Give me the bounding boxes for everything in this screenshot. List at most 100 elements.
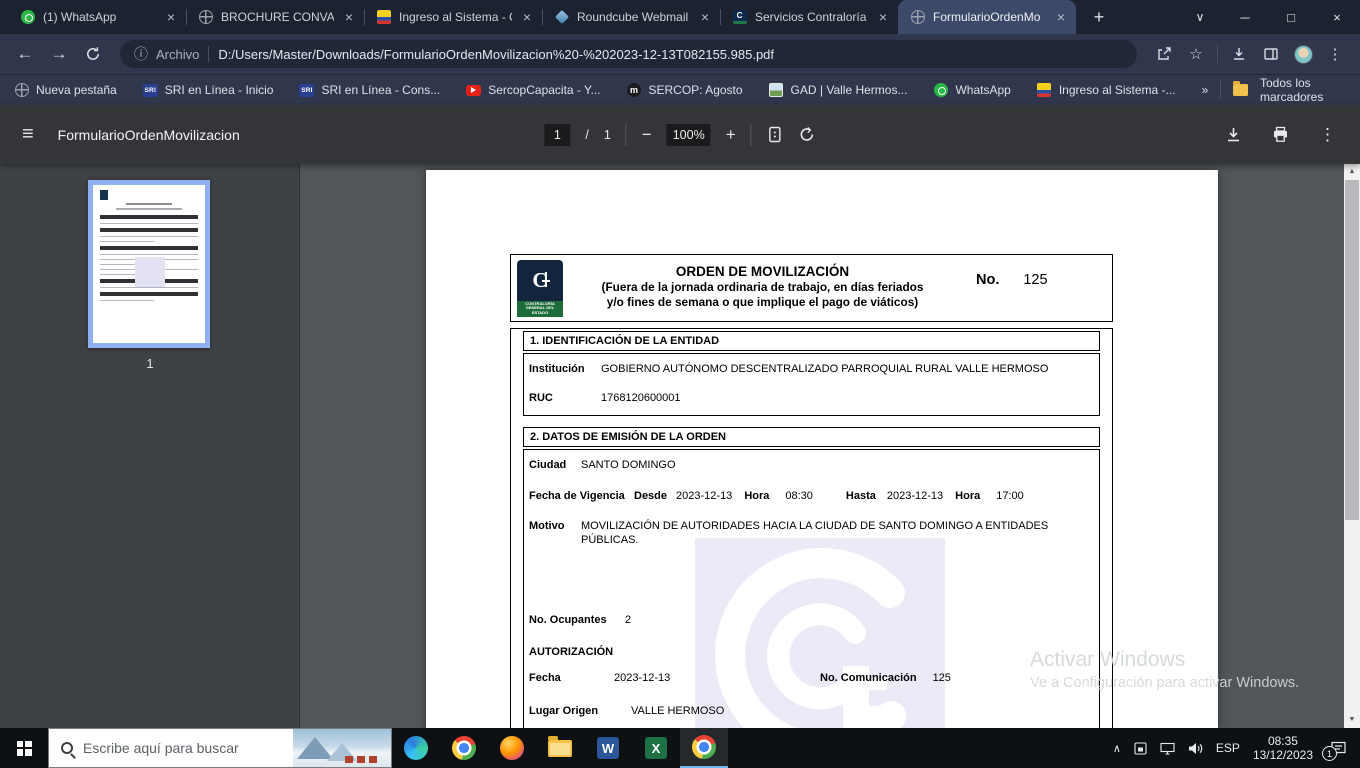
bookmark-sri-inicio[interactable]: SRI SRI en Línea - Inicio xyxy=(143,83,274,98)
tab-servicios-contraloria[interactable]: C Servicios Contraloría × xyxy=(720,0,898,34)
fit-page-icon[interactable] xyxy=(767,126,784,143)
scrollbar[interactable]: ▲ ▼ xyxy=(1344,164,1360,728)
device-link-icon[interactable] xyxy=(1134,742,1147,755)
start-button[interactable] xyxy=(0,728,48,768)
browser-menu-icon[interactable]: ⋮ xyxy=(1320,39,1350,69)
scroll-up-icon[interactable]: ▲ xyxy=(1344,167,1360,177)
system-tray: ∧ ESP 08:35 13/12/2023 1 xyxy=(1113,728,1360,768)
bookmark-sercop-agosto[interactable]: m SERCOP: Agosto xyxy=(627,83,743,98)
forward-icon[interactable]: → xyxy=(44,39,74,69)
pdf-download-icon[interactable] xyxy=(1225,126,1242,143)
tab-close-icon[interactable]: × xyxy=(164,9,178,25)
clock-time: 08:35 xyxy=(1253,734,1313,748)
zoom-out-icon[interactable]: − xyxy=(642,125,652,145)
pdf-menu-icon[interactable]: ≡ xyxy=(22,123,34,146)
taskbar-search[interactable]: Escribe aquí para buscar xyxy=(48,728,392,768)
pdf-toolbar-left: ≡ FormularioOrdenMovilizacion xyxy=(0,123,240,146)
tab-close-icon[interactable]: × xyxy=(876,9,890,25)
zoom-in-icon[interactable]: + xyxy=(726,125,736,145)
volume-icon[interactable] xyxy=(1188,742,1203,755)
tab-formulario-active[interactable]: FormularioOrdenMo × xyxy=(898,0,1076,34)
tab-search-chevron-icon[interactable]: ∨ xyxy=(1178,0,1222,34)
maximize-button[interactable]: □ xyxy=(1268,0,1314,34)
notification-center[interactable]: 1 xyxy=(1326,736,1350,760)
whatsapp-icon xyxy=(933,83,948,98)
tab-whatsapp[interactable]: (1) WhatsApp × xyxy=(8,0,186,34)
desde-value: 2023-12-13 xyxy=(676,489,732,503)
toolbar-separator xyxy=(751,124,752,146)
bookmark-label: SERCOP: Agosto xyxy=(649,83,743,97)
zoom-level-input[interactable]: 100% xyxy=(667,124,711,146)
sri-icon: SRI xyxy=(143,83,158,98)
hora-hasta-label: Hora xyxy=(955,489,980,503)
toolbar-separator xyxy=(626,124,627,146)
taskbar-clock[interactable]: 08:35 13/12/2023 xyxy=(1253,734,1313,762)
tab-close-icon[interactable]: × xyxy=(698,9,712,25)
motivo-label: Motivo xyxy=(529,519,581,547)
back-icon[interactable]: ← xyxy=(10,39,40,69)
bookmark-star-icon[interactable]: ☆ xyxy=(1181,39,1211,69)
network-icon[interactable] xyxy=(1160,742,1175,755)
form-header: C CONTRALORÍA GENERAL DEL ESTADO ORDEN D… xyxy=(510,254,1113,322)
pdf-toolbar-center: 1 / 1 − 100% + xyxy=(544,124,815,146)
bookmark-sercopcapacita[interactable]: SercopCapacita - Y... xyxy=(466,83,600,98)
fecha-label: Fecha xyxy=(529,671,614,685)
bookmark-ingreso-sistema[interactable]: Ingreso al Sistema -... xyxy=(1037,83,1176,98)
share-icon[interactable] xyxy=(1149,39,1179,69)
bookmark-label: SRI en Línea - Inicio xyxy=(165,83,274,97)
windows-logo-icon xyxy=(17,741,32,756)
youtube-icon xyxy=(466,83,481,98)
info-icon[interactable]: ⓘ xyxy=(134,44,148,64)
tab-close-icon[interactable]: × xyxy=(520,9,534,25)
all-bookmarks-label[interactable]: Todos los marcadores xyxy=(1260,76,1346,104)
tab-close-icon[interactable]: × xyxy=(342,9,356,25)
form-subtitle-2: y/o fines de semana o que implique el pa… xyxy=(563,295,962,310)
tab-title: FormularioOrdenMo xyxy=(933,10,1046,24)
chrome-app-active[interactable] xyxy=(680,728,728,768)
address-field[interactable]: ⓘ Archivo D:/Users/Master/Downloads/Form… xyxy=(120,40,1137,68)
bookmark-nueva-pestana[interactable]: Nueva pestaña xyxy=(14,83,117,98)
file-explorer-app[interactable] xyxy=(536,728,584,768)
reading-list-icon[interactable] xyxy=(1256,39,1286,69)
cge-logo: C CONTRALORÍA GENERAL DEL ESTADO xyxy=(517,260,563,317)
bookmarks-overflow-icon[interactable]: » xyxy=(1202,83,1209,97)
page-number-input[interactable]: 1 xyxy=(544,124,570,146)
firefox-app[interactable] xyxy=(488,728,536,768)
excel-app[interactable]: X xyxy=(632,728,680,768)
bookmark-label: Ingreso al Sistema -... xyxy=(1059,83,1176,97)
close-button[interactable]: × xyxy=(1314,0,1360,34)
new-tab-button[interactable]: + xyxy=(1084,2,1114,32)
pdf-menu-kebab-icon[interactable]: ⋮ xyxy=(1319,125,1336,145)
bookmarks-bar: Nueva pestaña SRI SRI en Línea - Inicio … xyxy=(0,74,1360,105)
bookmark-sri-consultas[interactable]: SRI SRI en Línea - Cons... xyxy=(299,83,440,98)
bookmark-whatsapp[interactable]: WhatsApp xyxy=(933,83,1010,98)
scrollbar-thumb[interactable] xyxy=(1345,180,1359,520)
profile-avatar[interactable] xyxy=(1288,39,1318,69)
edge-app[interactable] xyxy=(392,728,440,768)
tray-expand-icon[interactable]: ∧ xyxy=(1113,742,1121,755)
tab-ingreso-sistema[interactable]: Ingreso al Sistema - C × xyxy=(364,0,542,34)
word-app[interactable]: W xyxy=(584,728,632,768)
tab-brochure[interactable]: BROCHURE CONVALI × xyxy=(186,0,364,34)
pdf-print-icon[interactable] xyxy=(1272,126,1289,143)
chrome-app[interactable] xyxy=(440,728,488,768)
downloads-icon[interactable] xyxy=(1224,39,1254,69)
ocupantes-label: No. Ocupantes xyxy=(529,613,625,627)
page-thumbnail[interactable] xyxy=(88,180,210,348)
scroll-down-icon[interactable]: ▼ xyxy=(1344,715,1360,725)
edge-icon xyxy=(404,736,428,760)
tab-roundcube[interactable]: Roundcube Webmail × xyxy=(542,0,720,34)
form-number-value: 125 xyxy=(1023,272,1047,317)
search-daily-image[interactable] xyxy=(293,729,391,767)
minimize-button[interactable]: ─ xyxy=(1222,0,1268,34)
reload-icon[interactable] xyxy=(78,39,108,69)
search-icon xyxy=(61,742,73,754)
pdf-viewer: 1 C CONTRALORÍA GENERAL DEL ESTADO xyxy=(0,164,1360,728)
language-indicator[interactable]: ESP xyxy=(1216,741,1240,755)
vigencia-label: Fecha de Vigencia xyxy=(529,489,634,503)
rotate-icon[interactable] xyxy=(799,126,816,143)
bookmark-gad-valle-hermoso[interactable]: GAD | Valle Hermos... xyxy=(769,83,908,98)
windows-activation-watermark: Activar Windows Ve a Configuración para … xyxy=(1030,648,1299,691)
tab-close-icon[interactable]: × xyxy=(1054,9,1068,25)
desde-label: Desde xyxy=(634,489,667,503)
